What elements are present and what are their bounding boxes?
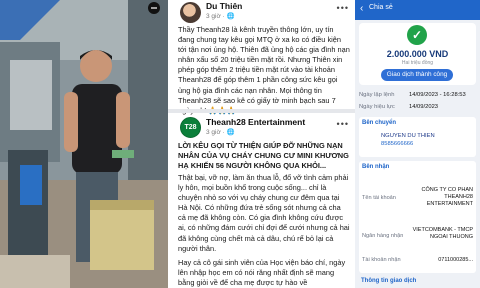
order-date-label: Ngày lập lệnh [359, 92, 395, 98]
account-number-label: Tài khoản nhận [362, 257, 401, 263]
receiver-section-title: Bên nhận [362, 164, 390, 170]
author-avatar[interactable] [180, 2, 201, 23]
check-icon: ✓ [407, 25, 427, 45]
shared-post-paragraph-1: Thật bại, vỡ nợ, làm ăn thua lỗ, đổ vỡ t… [178, 173, 350, 253]
amount-card: ✓ 2.000.000 VND Hai triệu đồng Giao dịch… [359, 23, 476, 85]
transfer-amount: 2.000.000 VND [386, 49, 449, 59]
effective-date-label: Ngày hiệu lực [359, 104, 395, 110]
status-badge[interactable]: Giao dịch thành công [381, 69, 453, 81]
effective-date-value: 14/09/2023 [409, 104, 439, 110]
post-header: Du Thiên 3 giờ · 🌐 ••• [168, 0, 355, 24]
donation-photo [0, 0, 168, 288]
bank-receipt: ‹ Chia sẻ ✓ 2.000.000 VND Hai triệu đồng… [355, 0, 480, 288]
sender-name: NGUYEN DU THIEN [381, 133, 435, 139]
author-name[interactable]: Du Thiên [206, 1, 242, 11]
order-date-row: Ngày lập lệnh 14/09/2023 - 16:28:53 [359, 92, 476, 98]
shared-post-header: T28 Theanh28 Entertainment 3 giờ · 🌐 ••• [168, 116, 355, 140]
receipt-topbar: ‹ Chia sẻ [355, 0, 480, 20]
shared-more-options-icon[interactable]: ••• [337, 119, 349, 129]
account-number-value: 0711000285... [438, 257, 473, 263]
page-name[interactable]: Theanh28 Entertainment [206, 117, 305, 127]
photo-scene [0, 0, 168, 288]
share-title[interactable]: Chia sẻ [369, 4, 393, 11]
bank-name-value: VIETCOMBANK - TMCP NGOAI THUONG [412, 227, 473, 240]
shared-post-title: LỜI KÊU GỌI TỪ THIỆN GIÚP ĐỠ NHỮNG NẠN N… [178, 141, 349, 171]
transaction-info-title: Thông tin giao dịch [361, 278, 417, 284]
amount-in-words: Hai triệu đồng [401, 60, 434, 66]
account-name-value: CÔNG TY CO PHAN THEANH28 ENTERTAINMENT [421, 187, 473, 207]
effective-date-row: Ngày hiệu lực 14/09/2023 [359, 104, 476, 110]
bank-name-label: Ngân hàng nhận [362, 233, 404, 239]
sender-box: Bên chuyển NGUYEN DU THIEN 8585666666 [359, 117, 476, 157]
receiver-box: Bên nhận Tên tài khoản CÔNG TY CO PHAN T… [359, 161, 476, 273]
facebook-post: Du Thiên 3 giờ · 🌐 ••• Thầy Theanh28 là … [168, 0, 355, 288]
order-date-value: 14/09/2023 - 16:28:53 [409, 92, 466, 98]
chevron-left-icon[interactable]: ‹ [360, 3, 363, 14]
account-name-label: Tên tài khoản [362, 195, 396, 201]
post-text: Thầy Theanh28 là kênh truyền thông lớn, … [178, 25, 350, 115]
shared-post-paragraph-2: Hay cả cô gái sinh viên của Học viện báo… [178, 258, 346, 288]
post-divider [168, 109, 355, 113]
page-avatar[interactable]: T28 [180, 117, 201, 138]
post-meta: 3 giờ · 🌐 [206, 13, 235, 20]
sender-section-title: Bên chuyển [362, 120, 397, 126]
sender-account: 8585666666 [381, 141, 414, 147]
shared-post-meta: 3 giờ · 🌐 [206, 129, 235, 136]
more-options-icon[interactable]: ••• [337, 3, 349, 13]
